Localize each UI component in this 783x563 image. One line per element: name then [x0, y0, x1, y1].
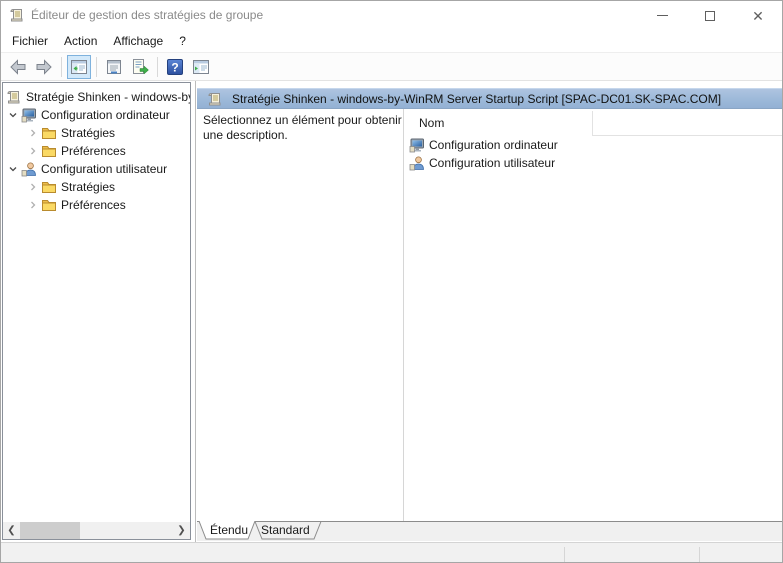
- toolbar-separator: [96, 57, 97, 77]
- tree-item-label: Stratégies: [61, 124, 115, 142]
- tree-item-configuration-utilisateur[interactable]: Configuration utilisateur: [3, 160, 190, 178]
- tree-item-preferences-utilisateur[interactable]: Préférences: [3, 196, 190, 214]
- tree-item-strategies-ordinateur[interactable]: Stratégies: [3, 124, 190, 142]
- help-button[interactable]: ?: [163, 55, 187, 79]
- tree-item-configuration-ordinateur[interactable]: Configuration ordinateur: [3, 106, 190, 124]
- back-arrow-icon: [8, 57, 28, 77]
- forward-button[interactable]: [32, 55, 56, 79]
- description-line-2: une description.: [203, 128, 402, 143]
- list-item-label: Configuration utilisateur: [429, 156, 555, 170]
- chevron-right-icon[interactable]: [25, 179, 41, 195]
- scrollbar-thumb[interactable]: [20, 522, 80, 539]
- description-line-1: Sélectionnez un élément pour obtenir: [203, 113, 402, 128]
- status-bar: [1, 542, 782, 562]
- folder-icon: [41, 125, 57, 141]
- tab-standard[interactable]: Standard: [261, 523, 310, 538]
- horizontal-scrollbar[interactable]: ❮ ❯: [3, 522, 190, 539]
- content-area: Stratégie Shinken - windows-by Configura…: [1, 81, 782, 542]
- console-tree-panel: Stratégie Shinken - windows-by Configura…: [2, 82, 191, 540]
- tree-item-strategies-utilisateur[interactable]: Stratégies: [3, 178, 190, 196]
- folder-icon: [41, 143, 57, 159]
- help-icon: ?: [165, 57, 185, 77]
- show-console-tree-icon: [69, 57, 89, 77]
- close-icon: ✕: [752, 9, 764, 23]
- description-divider: [403, 109, 404, 521]
- close-button[interactable]: ✕: [734, 1, 782, 30]
- folder-icon: [41, 197, 57, 213]
- computer-icon: [21, 107, 37, 123]
- details-body: Sélectionnez un élément pour obtenir une…: [197, 109, 782, 521]
- menu-help[interactable]: ?: [171, 30, 194, 53]
- column-header-nom[interactable]: Nom: [419, 112, 444, 135]
- show-console-tree-button[interactable]: [67, 55, 91, 79]
- toolbar-separator: [61, 57, 62, 77]
- export-list-icon: [130, 57, 150, 77]
- tree-item-label: Configuration ordinateur: [41, 106, 170, 124]
- scroll-right-icon[interactable]: ❯: [173, 522, 190, 539]
- menu-bar: Fichier Action Affichage ?: [1, 30, 782, 53]
- chevron-down-icon[interactable]: [5, 107, 21, 123]
- list-item-configuration-ordinateur[interactable]: Configuration ordinateur: [409, 136, 782, 154]
- computer-icon: [409, 137, 425, 153]
- chevron-right-icon[interactable]: [25, 197, 41, 213]
- details-header-band: Stratégie Shinken - windows-by-WinRM Ser…: [197, 88, 782, 109]
- tree-item-label: Préférences: [61, 196, 126, 214]
- minimize-icon: [657, 15, 668, 16]
- menu-fichier[interactable]: Fichier: [4, 30, 56, 53]
- tree-item-label: Configuration utilisateur: [41, 160, 167, 178]
- show-action-pane-button[interactable]: [189, 55, 213, 79]
- maximize-button[interactable]: [686, 1, 734, 30]
- status-pane-divider: [564, 547, 565, 562]
- description-text: Sélectionnez un élément pour obtenir une…: [203, 113, 402, 143]
- toolbar-separator: [157, 57, 158, 77]
- scroll-left-icon[interactable]: ❮: [3, 522, 20, 539]
- back-button[interactable]: [6, 55, 30, 79]
- window-title: Éditeur de gestion des stratégies de gro…: [31, 1, 263, 30]
- svg-text:?: ?: [171, 60, 178, 74]
- chevron-right-icon[interactable]: [25, 125, 41, 141]
- view-tab-strip: Étendu Standard: [197, 521, 782, 541]
- tree-item-preferences-ordinateur[interactable]: Préférences: [3, 142, 190, 160]
- details-panel: Stratégie Shinken - windows-by-WinRM Ser…: [195, 81, 782, 542]
- app-window: Éditeur de gestion des stratégies de gro…: [0, 0, 783, 563]
- chevron-down-icon[interactable]: [5, 161, 21, 177]
- tab-etendu[interactable]: Étendu: [210, 523, 248, 538]
- gpo-scroll-icon: [6, 89, 22, 105]
- chevron-right-icon[interactable]: [25, 143, 41, 159]
- toolbar: ?: [1, 53, 782, 81]
- tree-item-label: Stratégies: [61, 178, 115, 196]
- title-bar[interactable]: Éditeur de gestion des stratégies de gro…: [1, 1, 782, 30]
- folder-icon: [41, 179, 57, 195]
- gpo-scroll-icon: [9, 7, 25, 23]
- tree-root-gpo[interactable]: Stratégie Shinken - windows-by: [3, 88, 190, 106]
- user-icon: [21, 161, 37, 177]
- details-header-title: Stratégie Shinken - windows-by-WinRM Ser…: [232, 92, 721, 106]
- properties-button[interactable]: [102, 55, 126, 79]
- properties-icon: [104, 57, 124, 77]
- show-action-pane-icon: [191, 57, 211, 77]
- user-icon: [409, 155, 425, 171]
- details-list: Configuration ordinateur Configuration u…: [409, 136, 782, 172]
- forward-arrow-icon: [34, 57, 54, 77]
- status-pane-divider: [699, 547, 700, 562]
- menu-affichage[interactable]: Affichage: [105, 30, 171, 53]
- list-item-label: Configuration ordinateur: [429, 138, 558, 152]
- maximize-icon: [705, 11, 715, 21]
- gpo-scroll-icon: [207, 91, 223, 107]
- export-list-button[interactable]: [128, 55, 152, 79]
- list-item-configuration-utilisateur[interactable]: Configuration utilisateur: [409, 154, 782, 172]
- menu-action[interactable]: Action: [56, 30, 105, 53]
- tree-root-label: Stratégie Shinken - windows-by: [26, 88, 190, 106]
- tree-item-label: Préférences: [61, 142, 126, 160]
- column-divider[interactable]: [592, 111, 593, 135]
- minimize-button[interactable]: [638, 1, 686, 30]
